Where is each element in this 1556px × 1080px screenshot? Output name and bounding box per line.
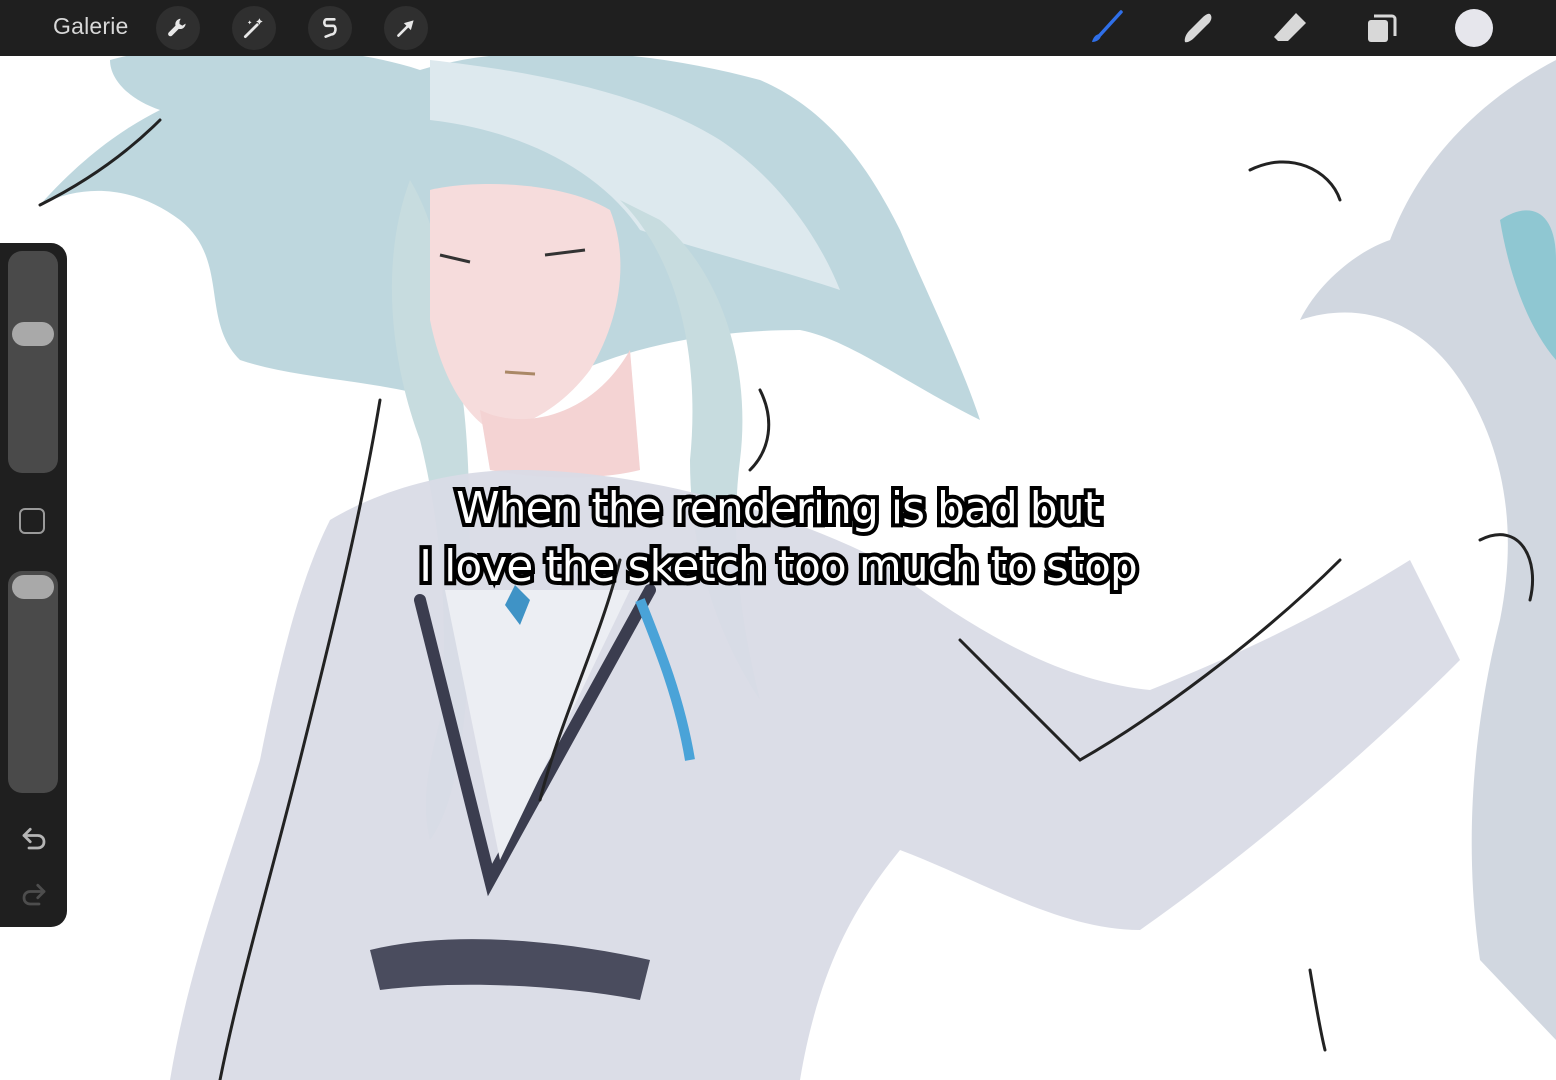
top-toolbar: Galerie <box>0 0 1556 56</box>
undo-icon[interactable] <box>19 823 49 853</box>
wrench-icon <box>168 18 186 37</box>
transform-button[interactable] <box>384 6 428 50</box>
brush-size-slider[interactable] <box>8 251 58 473</box>
caption-line-2: I love the sketch too much to stop <box>415 537 1142 596</box>
caption-overlay: When the rendering is bad but I love the… <box>330 479 1226 596</box>
smudge-finger-icon <box>1184 13 1212 43</box>
layers-icon <box>1368 14 1397 42</box>
adjustments-button[interactable] <box>232 6 276 50</box>
redo-icon[interactable] <box>19 879 49 909</box>
magic-wand-icon <box>243 18 263 39</box>
opacity-knob[interactable] <box>12 575 54 599</box>
selection-s-icon <box>323 18 337 38</box>
mouth-line <box>504 370 536 376</box>
arrow-cursor-icon <box>397 20 414 37</box>
brush-tool-button[interactable] <box>1084 6 1128 50</box>
brush-size-knob[interactable] <box>12 321 54 346</box>
color-picker-button[interactable] <box>1455 9 1493 47</box>
modify-button[interactable] <box>19 508 45 534</box>
brush-icon <box>1092 10 1123 42</box>
layers-button[interactable] <box>1360 6 1404 50</box>
gallery-button[interactable]: Galerie <box>53 13 129 40</box>
opacity-slider[interactable] <box>8 571 58 793</box>
eraser-icon <box>1274 13 1306 41</box>
eraser-tool-button[interactable] <box>1268 6 1312 50</box>
selection-button[interactable] <box>308 6 352 50</box>
actions-button[interactable] <box>156 6 200 50</box>
smudge-tool-button[interactable] <box>1176 6 1220 50</box>
caption-line-1: When the rendering is bad but <box>452 479 1105 538</box>
side-toolbar <box>0 243 67 927</box>
